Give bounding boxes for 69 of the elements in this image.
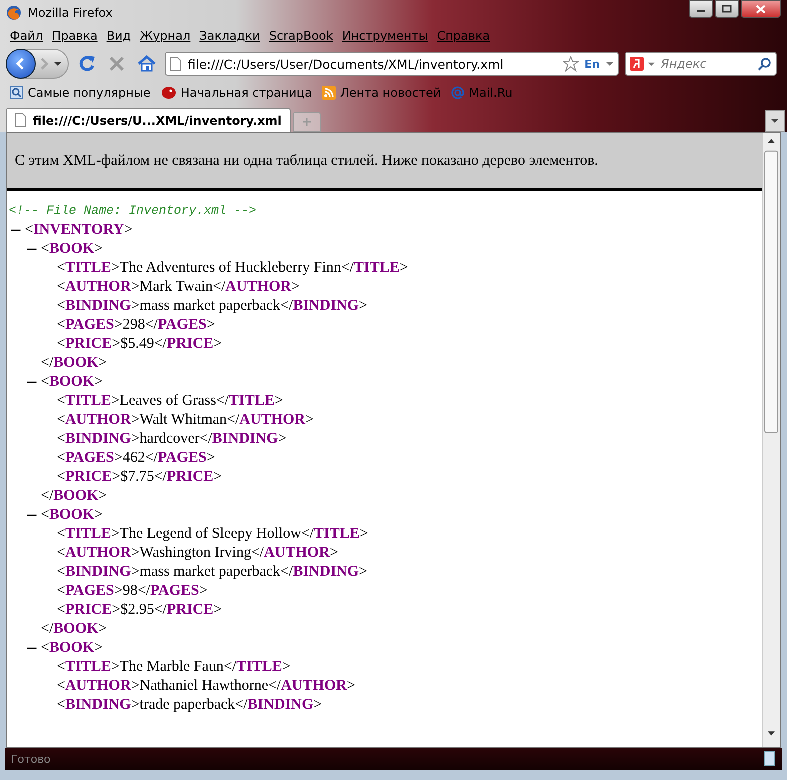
dropdown-caret-icon[interactable] [771,118,779,124]
dropdown-caret-icon[interactable] [648,62,655,66]
bookmark-item[interactable]: Лента новостей [322,86,442,100]
xml-element-line: <TITLE>The Adventures of Huckleberry Finn</TITLE> [57,260,408,276]
address-field[interactable]: file:///C:/Users/User/Documents/XML/inventory.xml En [165,52,619,76]
menu-item[interactable]: Файл [10,29,44,43]
status-text: Готово [11,752,52,766]
menu-item[interactable]: ScrapBook [269,29,334,43]
xml-element-line: <PAGES>462</PAGES> [57,450,216,466]
xml-close-tag: </BOOK> [41,621,108,637]
maximize-icon[interactable] [722,5,732,13]
bookmark-item[interactable]: Начальная страница [160,86,312,100]
xml-close-tag: </BOOK> [41,355,108,371]
xml-element-line: <AUTHOR>Mark Twain</AUTHOR> [57,279,300,295]
bookmark-item[interactable]: Самые популярные [10,86,151,100]
xml-element-line: <PAGES>98</PAGES> [57,583,208,599]
menu-item[interactable]: Закладки [200,29,260,43]
scrollbar-drawing[interactable] [762,133,780,747]
maximize-button[interactable] [715,0,739,18]
minimize-button[interactable] [689,0,713,18]
xml-comment: <!-- File Name: Inventory.xml --> [9,204,257,218]
magnifier-page-icon [10,86,24,100]
xml-element-line: <AUTHOR>Washington Irving</AUTHOR> [57,545,338,561]
language-indicator: En [584,58,600,70]
xml-open-tag: <BOOK> [41,506,103,525]
xml-element-line: <PRICE>$7.75</PRICE> [57,469,222,485]
page-icon [15,113,27,128]
window-title: Mozilla Firefox [28,6,113,20]
menu-item[interactable]: Журнал [140,29,191,43]
xml-element-line: <TITLE>The Marble Faun</TITLE> [57,659,291,675]
xml-element-line: <AUTHOR>Nathaniel Hawthorne</AUTHOR> [57,678,356,694]
xml-element-line: <BINDING>mass market paperback</BINDING> [57,298,368,314]
close-icon[interactable] [756,4,766,14]
menu-item[interactable]: Правка [52,29,98,43]
menu-item[interactable]: Инструменты [342,29,428,43]
xml-element-line: <BINDING>hardcover</BINDING> [57,431,287,447]
fox-globe-icon [6,5,22,21]
dropdown-caret-icon[interactable] [54,61,62,67]
document-icon [764,751,776,767]
xml-close-tag: </BOOK> [41,488,108,504]
xml-open-tag: <INVENTORY> [25,221,133,240]
close-button[interactable] [741,0,781,18]
xml-element-line: <PRICE>$5.49</PRICE> [57,336,222,352]
tab-list-button[interactable] [765,110,785,132]
browser-tab[interactable]: file:///C:/Users/U...XML/inventory.xml [6,108,291,132]
back-forward-control[interactable] [6,49,69,79]
xml-element-line: <BINDING>trade paperback</BINDING> [57,697,322,713]
search-field[interactable]: Яндекс [659,56,754,72]
rss-feed-icon [322,86,336,100]
info-message: С этим XML-файлом не связана ни одна таблица стилей. Ниже показано дерево элементов. [7,133,762,191]
at-sign-icon [451,86,466,100]
page-icon [170,56,182,72]
letter-logo-icon[interactable] [630,57,644,71]
search-box[interactable]: Яндекс [625,52,777,76]
xml-open-tag: <BOOK> [41,240,103,259]
xml-element-line: <PAGES>298</PAGES> [57,317,216,333]
bookmark-star-icon[interactable] [562,56,579,72]
xml-element-line: <TITLE>The Legend of Sleepy Hollow</TITLE> [57,526,368,542]
back-button[interactable] [6,49,36,79]
xml-element-line: <TITLE>Leaves of Grass</TITLE> [57,393,284,409]
xml-element-line: <PRICE>$2.95</PRICE> [57,602,222,618]
creature-icon [160,86,177,100]
dropdown-caret-icon[interactable] [606,61,614,67]
xml-open-tag: <BOOK> [41,639,103,658]
menu-item[interactable]: Вид [106,29,132,43]
xml-element-line: <BINDING>mass market paperback</BINDING> [57,564,368,580]
search-icon[interactable] [758,57,772,71]
xml-open-tag: <BOOK> [41,373,103,392]
xml-element-line: <AUTHOR>Walt Whitman</AUTHOR> [57,412,314,428]
